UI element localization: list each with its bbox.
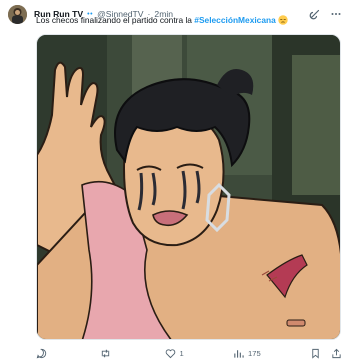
retweet-icon bbox=[102, 349, 110, 357]
tweet-text-body: Los checos finalizando el partido contra… bbox=[36, 15, 195, 25]
views-action[interactable]: 175 bbox=[233, 348, 261, 359]
bookmark-icon[interactable] bbox=[310, 348, 321, 359]
reply-action[interactable] bbox=[36, 348, 51, 359]
retweet-action[interactable] bbox=[100, 348, 115, 359]
avatar[interactable] bbox=[8, 4, 27, 24]
heart-icon bbox=[165, 348, 175, 358]
reply-icon bbox=[36, 348, 47, 358]
tweet-actions: 1 175 bbox=[36, 346, 342, 360]
pensive-face-emoji bbox=[278, 15, 288, 25]
like-action[interactable]: 1 bbox=[165, 348, 184, 359]
views-icon bbox=[234, 349, 244, 358]
share-icon[interactable] bbox=[331, 348, 342, 359]
tweet-media[interactable] bbox=[36, 34, 341, 340]
crying-cartoon-character-image bbox=[37, 35, 340, 339]
views-count: 175 bbox=[248, 348, 261, 358]
hashtag-link[interactable]: #SelecciónMexicana bbox=[194, 15, 275, 25]
like-count: 1 bbox=[179, 348, 184, 358]
action-right-group bbox=[310, 348, 342, 359]
tweet-text: Los checos finalizando el partido contra… bbox=[36, 14, 342, 26]
